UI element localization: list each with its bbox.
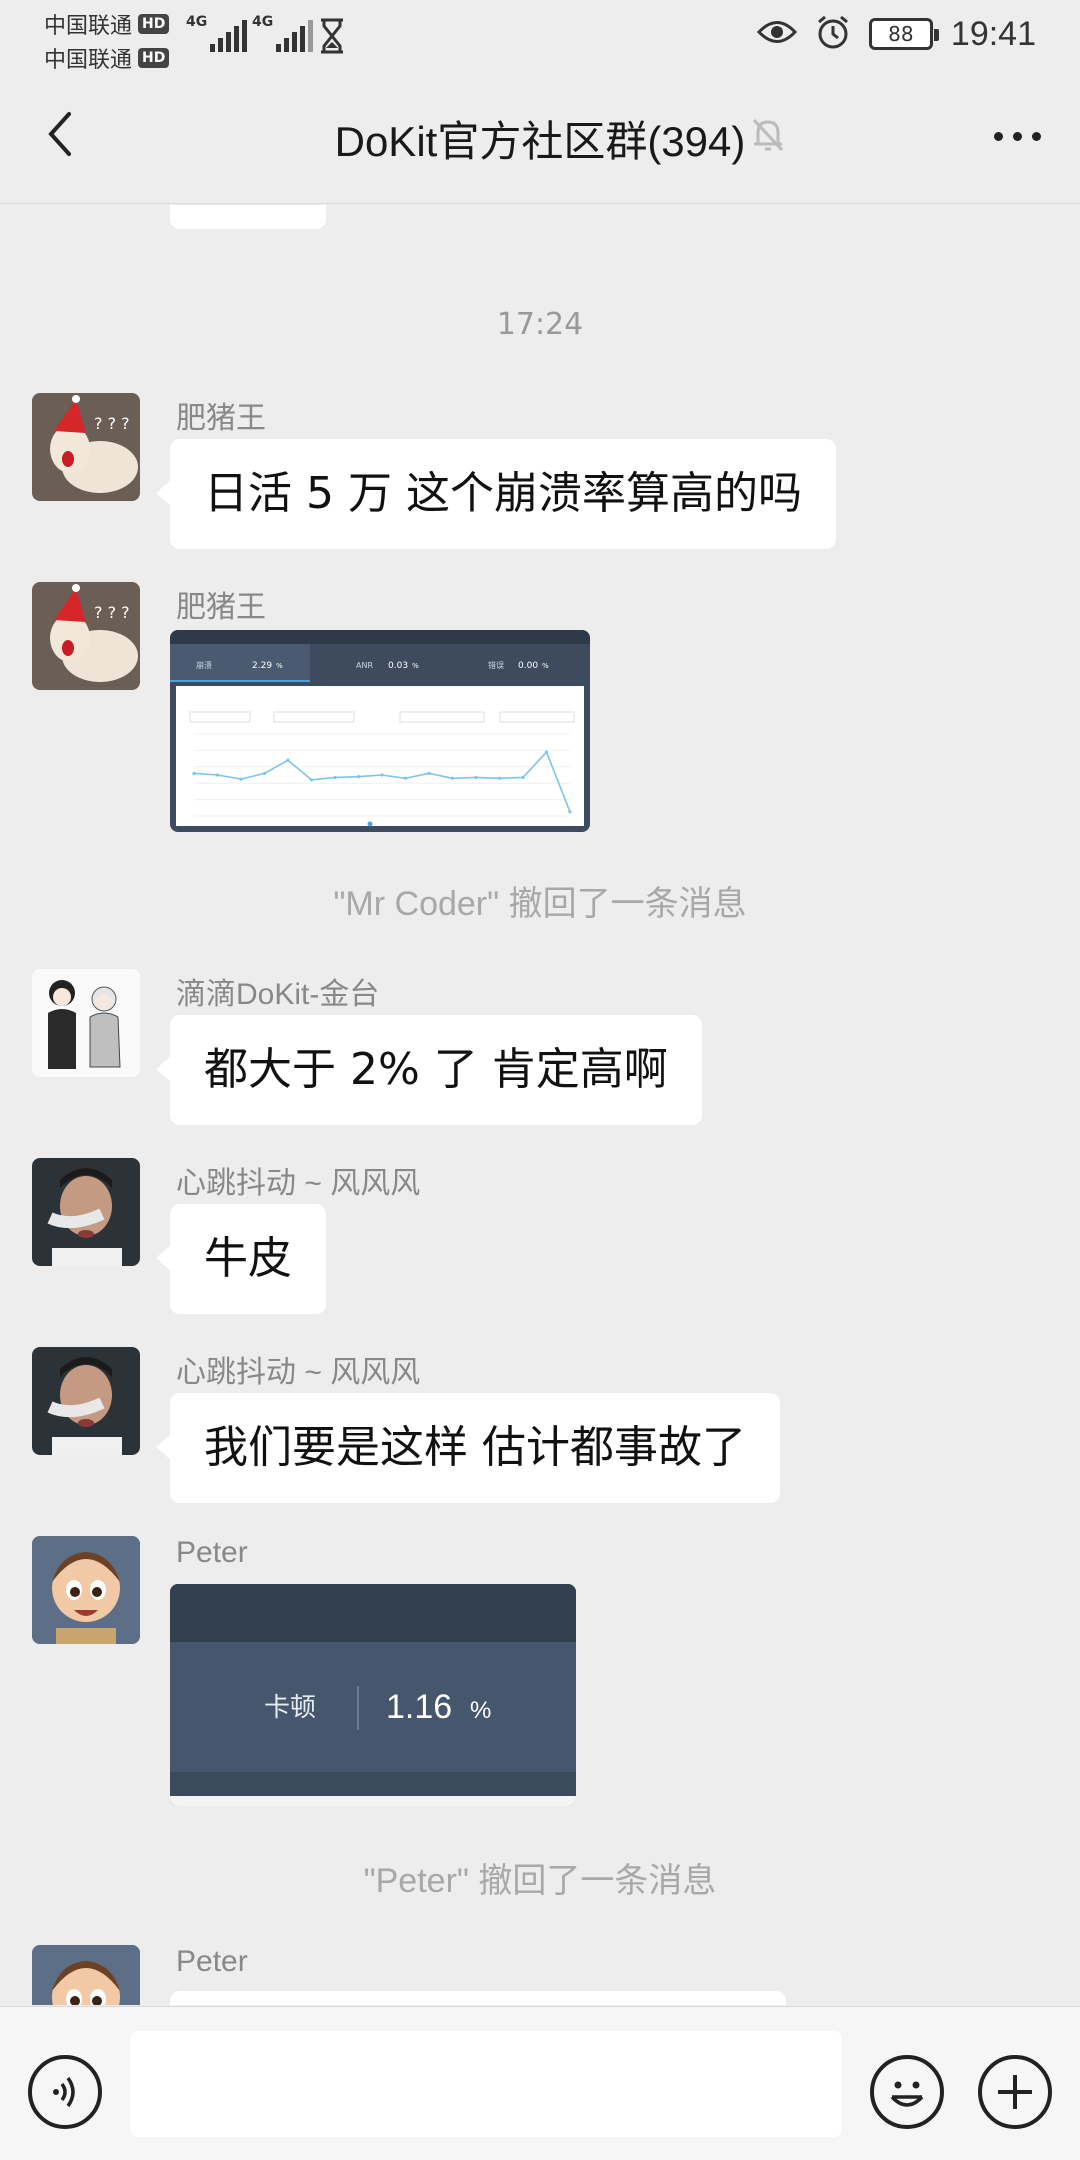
message-text: 都大于 2% 了 肯定高啊 <box>204 1044 668 1095</box>
message-bubble[interactable]: 是的 <box>170 205 326 229</box>
emoji-icon <box>890 2081 924 2107</box>
tab-crash-value: 2.29 <box>252 661 272 671</box>
message-bubble[interactable]: 都大于 2% 了 肯定高啊 <box>156 1015 702 1125</box>
sender-name: 心跳抖动 ~ 风风风 <box>176 1167 421 1200</box>
crash-rate-point <box>356 775 361 779</box>
message-input[interactable] <box>130 2031 842 2137</box>
avatar[interactable]: ? ? ? <box>32 393 140 501</box>
recall-notice: "Mr Coder" 撤回了一条消息 <box>333 885 747 923</box>
message-row: ? ? ? 肥猪王 日活 5 万 这个崩溃率算高的吗 <box>32 393 1032 549</box>
network-type-1: 4G <box>186 14 208 30</box>
chat-area[interactable]: 是的 17:24 ? ? ? 肥猪王 日活 5 万 这个崩溃率算高的吗 ? ? … <box>0 205 1080 2005</box>
hd-badge-1: HD <box>138 14 170 34</box>
message-text: 我们要是这样 估计都事故了 <box>204 1422 746 1473</box>
avatar[interactable]: ? ? ? <box>32 582 140 690</box>
carrier-1-label: 中国联通 <box>44 14 133 39</box>
message-bubble[interactable]: 牛皮 <box>156 1204 326 1314</box>
tab-error-label: 错误 <box>488 660 504 670</box>
recall-notice: "Peter" 撤回了一条消息 <box>363 1862 717 1900</box>
message-row: 心跳抖动 ~ 风风风 我们要是这样 估计都事故了 <box>32 1347 1032 1503</box>
alarm-icon <box>815 14 851 54</box>
signal-icon-1: 4G <box>186 14 248 52</box>
chat-title: DoKit官方社区群(394) <box>334 118 746 165</box>
image-message-lag-stat[interactable]: 卡顿 1.16 % <box>170 1584 576 1806</box>
voice-button[interactable] <box>28 2055 102 2129</box>
crash-rate-point <box>544 750 549 754</box>
message-bubble[interactable] <box>170 1991 786 2005</box>
tab-crash-label: 崩溃 <box>196 660 212 670</box>
tab-crash-unit: % <box>276 662 283 670</box>
message-row: 心跳抖动 ~ 风风风 牛皮 <box>32 1158 1032 1314</box>
timestamp: 17:24 <box>496 307 584 342</box>
tab-anr-unit: % <box>412 662 419 670</box>
eye-icon <box>756 17 797 51</box>
tab-anr-value: 0.03 <box>388 661 408 671</box>
lag-value: 1.16 <box>386 1688 452 1726</box>
crash-rate-point <box>427 771 431 775</box>
crash-rate-point <box>333 775 337 780</box>
message-row: Peter <box>32 1945 1032 2005</box>
network-type-2: 4G <box>252 14 274 30</box>
input-bar <box>0 2006 1080 2160</box>
avatar[interactable] <box>32 1347 140 1455</box>
sender-name: 心跳抖动 ~ 风风风 <box>176 1356 421 1389</box>
message-bubble[interactable]: 我们要是这样 估计都事故了 <box>156 1393 780 1503</box>
tab-error-unit: % <box>542 662 549 670</box>
battery-icon: 88 <box>868 18 939 50</box>
svg-text:? ? ?: ? ? ? <box>94 603 130 622</box>
sender-name: Peter <box>176 1945 248 1978</box>
sender-name: 肥猪王 <box>176 402 266 435</box>
crash-rate-point <box>215 773 220 777</box>
message-row: Peter 卡顿 1.16 % <box>32 1536 1032 1806</box>
crash-rate-point <box>568 810 572 814</box>
tab-error-value: 0.00 <box>518 661 538 671</box>
carrier-2: 中国联通 HD <box>44 42 170 74</box>
image-message-crash-chart[interactable]: 崩溃 2.29 % ANR 0.03 % 错误 0.00 % <box>170 630 590 832</box>
nav-bar: DoKit官方社区群(394) <box>0 72 1080 204</box>
message-partial: 是的 <box>32 205 1032 255</box>
crash-rate-point <box>403 776 408 780</box>
avatar[interactable] <box>32 1536 140 1644</box>
crash-rate-point <box>192 771 196 775</box>
crash-rate-point <box>262 771 267 775</box>
tab-anr-label: ANR <box>356 661 373 670</box>
crash-rate-point <box>497 776 502 780</box>
hourglass-icon <box>318 18 346 58</box>
svg-text:? ? ?: ? ? ? <box>94 414 130 433</box>
sender-name: 肥猪王 <box>176 591 266 624</box>
plus-button[interactable] <box>978 2055 1052 2129</box>
hd-badge-2: HD <box>138 48 170 68</box>
message-text: 牛皮 <box>204 1233 292 1284</box>
crash-rate-point <box>474 775 478 780</box>
carrier-1: 中国联通 HD <box>44 8 170 40</box>
mute-bell-icon <box>750 116 786 158</box>
crash-rate-point <box>309 778 314 782</box>
avatar[interactable] <box>32 969 140 1077</box>
clock: 19:41 <box>950 14 1036 53</box>
crash-rate-point <box>380 773 384 777</box>
voice-icon <box>53 2076 75 2108</box>
avatar[interactable] <box>32 1158 140 1266</box>
plus-icon <box>998 2075 1032 2109</box>
battery-level: 88 <box>888 22 914 46</box>
more-options-button[interactable] <box>984 106 1050 166</box>
lag-label: 卡顿 <box>264 1693 316 1723</box>
crash-rate-point <box>521 775 525 780</box>
carrier-2-label: 中国联通 <box>44 48 133 73</box>
emoji-button[interactable] <box>870 2055 944 2129</box>
signal-icon-2: 4G <box>252 14 314 52</box>
lag-unit: % <box>470 1697 491 1724</box>
message-text: 日活 5 万 这个崩溃率算高的吗 <box>204 468 802 519</box>
message-row: ? ? ? 肥猪王 崩溃 2.29 % ANR 0.03 % 错误 0.00 % <box>32 582 1032 832</box>
crash-rate-point <box>286 758 290 762</box>
sender-name: 滴滴DoKit-金台 <box>176 978 380 1011</box>
crash-rate-point <box>450 776 455 780</box>
message-bubble[interactable]: 日活 5 万 这个崩溃率算高的吗 <box>156 439 836 549</box>
message-row: 滴滴DoKit-金台 都大于 2% 了 肯定高啊 <box>32 969 1032 1125</box>
crash-rate-point <box>239 777 243 781</box>
sender-name: Peter <box>176 1536 248 1569</box>
avatar[interactable] <box>32 1945 140 2005</box>
status-bar: 中国联通 HD 中国联通 HD 4G 4G 88 19:41 <box>0 0 1080 74</box>
